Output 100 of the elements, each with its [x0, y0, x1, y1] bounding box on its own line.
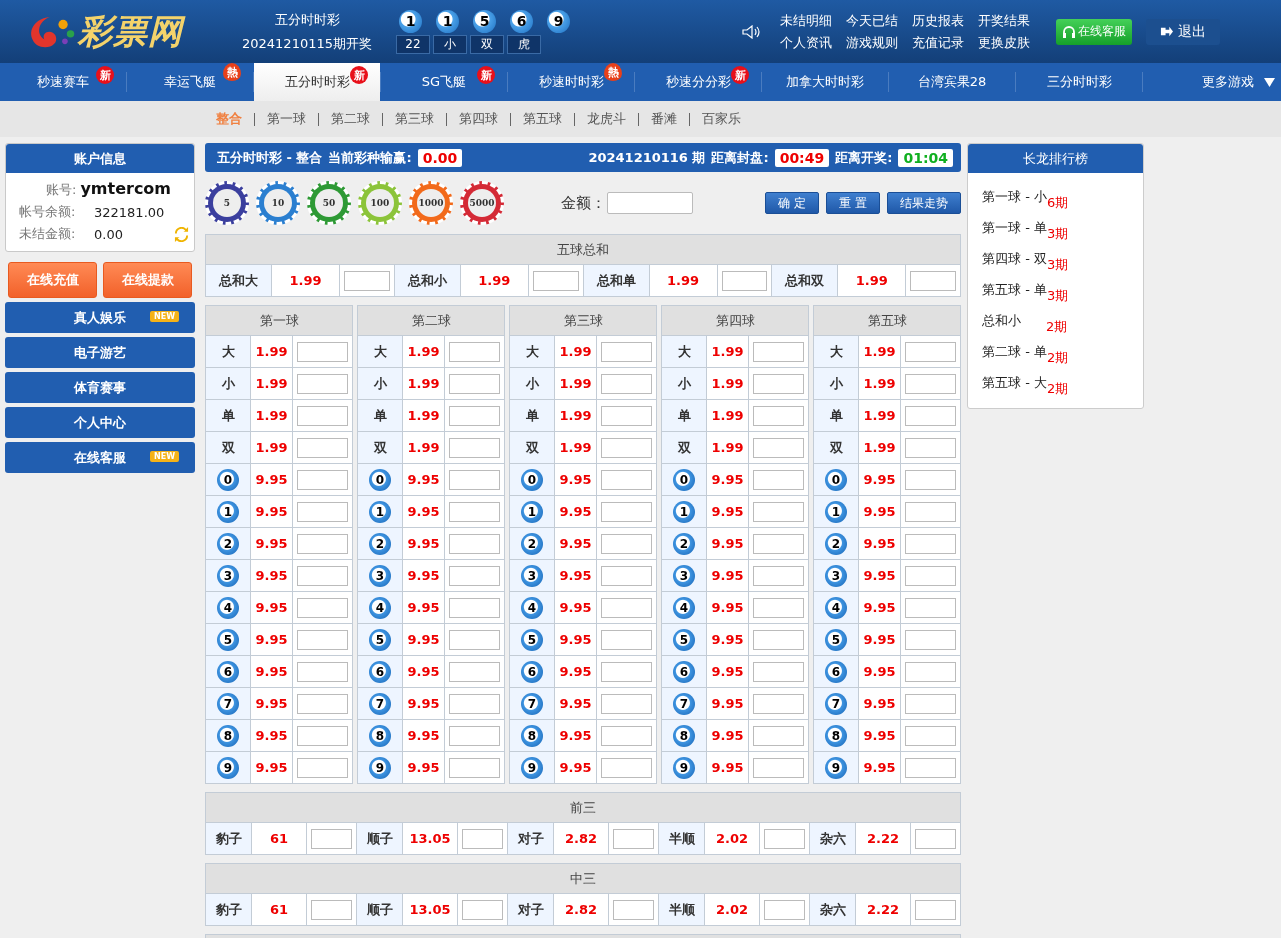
bet-amount-field[interactable] [532, 270, 579, 291]
bet-amount-field[interactable] [753, 661, 804, 682]
bet-amount-field[interactable] [905, 341, 956, 362]
play-tab[interactable]: 第一球 [267, 110, 306, 128]
action-button[interactable]: 重 置 [826, 192, 880, 214]
action-button[interactable]: 确 定 [765, 192, 820, 214]
bet-amount-field[interactable] [449, 725, 500, 746]
bet-amount-field[interactable] [753, 469, 804, 490]
sidebar-menu-item[interactable]: 电子游艺 [5, 337, 195, 368]
header-link[interactable]: 今天已结 [846, 11, 898, 30]
bet-amount-field[interactable] [449, 469, 500, 490]
play-tab[interactable]: 第二球 [331, 110, 370, 128]
bet-amount-field[interactable] [905, 469, 956, 490]
refresh-icon[interactable] [174, 226, 189, 242]
bet-amount-field[interactable] [753, 533, 804, 554]
game-tab[interactable]: 秒速分分彩 新 [635, 63, 761, 101]
bet-amount-field[interactable] [753, 565, 804, 586]
header-link[interactable]: 更换皮肤 [978, 33, 1030, 52]
bet-amount-field[interactable] [297, 757, 348, 778]
bet-amount-field[interactable] [601, 565, 652, 586]
bet-amount-field[interactable] [905, 629, 956, 650]
bet-amount-field[interactable] [449, 757, 500, 778]
bet-amount-field[interactable] [753, 341, 804, 362]
header-link[interactable]: 未结明细 [780, 11, 832, 30]
play-tab[interactable]: 番滩 [651, 110, 677, 128]
game-tab[interactable]: 幸运飞艇 熱 [127, 63, 253, 101]
speaker-icon[interactable] [742, 24, 760, 39]
bet-amount-field[interactable] [449, 629, 500, 650]
bet-amount-field[interactable] [297, 437, 348, 458]
bet-amount-field[interactable] [297, 725, 348, 746]
game-tab[interactable]: 五分时时彩 新 [254, 63, 380, 101]
bet-amount-field[interactable] [462, 828, 503, 849]
bet-amount-field[interactable] [601, 405, 652, 426]
bet-amount-field[interactable] [905, 565, 956, 586]
header-link[interactable]: 个人资讯 [780, 33, 832, 52]
bet-amount-field[interactable] [601, 373, 652, 394]
bet-amount-field[interactable] [449, 597, 500, 618]
sidebar-menu-item[interactable]: 体育赛事 [5, 372, 195, 403]
bet-amount-field[interactable] [449, 405, 500, 426]
betting-chip[interactable]: 50 [307, 181, 351, 225]
bet-amount-field[interactable] [601, 757, 652, 778]
bet-amount-field[interactable] [449, 437, 500, 458]
header-link[interactable]: 游戏规则 [846, 33, 898, 52]
sidebar-menu-item[interactable]: 在线客服 NEW [5, 442, 195, 473]
bet-amount-field[interactable] [753, 629, 804, 650]
bet-amount-field[interactable] [915, 828, 956, 849]
header-link[interactable]: 开奖结果 [978, 11, 1030, 30]
bet-amount-field[interactable] [462, 899, 503, 920]
bet-amount-field[interactable] [297, 405, 348, 426]
bet-amount-field[interactable] [449, 565, 500, 586]
sidebar-menu-item[interactable]: 个人中心 [5, 407, 195, 438]
bet-amount-field[interactable] [449, 501, 500, 522]
betting-chip[interactable]: 5000 [460, 181, 504, 225]
bet-amount-field[interactable] [613, 899, 654, 920]
bet-amount-field[interactable] [753, 693, 804, 714]
header-link[interactable]: 历史报表 [912, 11, 964, 30]
bet-amount-field[interactable] [905, 597, 956, 618]
bet-amount-field[interactable] [601, 693, 652, 714]
sidebar-menu-item[interactable]: 真人娱乐 NEW [5, 302, 195, 333]
bet-amount-field[interactable] [613, 828, 654, 849]
bet-amount-field[interactable] [905, 533, 956, 554]
bet-amount-field[interactable] [297, 597, 348, 618]
bet-amount-field[interactable] [601, 533, 652, 554]
logout-button[interactable]: 退出 [1146, 18, 1220, 45]
bet-amount-field[interactable] [297, 373, 348, 394]
bet-amount-field[interactable] [601, 341, 652, 362]
bet-amount-field[interactable] [601, 469, 652, 490]
play-tab[interactable]: 百家乐 [702, 110, 741, 128]
betting-chip[interactable]: 10 [256, 181, 300, 225]
bet-amount-field[interactable] [601, 629, 652, 650]
bet-amount-field[interactable] [311, 828, 352, 849]
game-tab[interactable]: 秒速赛车 新 [0, 63, 126, 101]
bet-amount-field[interactable] [905, 693, 956, 714]
bet-amount-field[interactable] [753, 757, 804, 778]
bet-amount-field[interactable] [721, 270, 768, 291]
bet-amount-field[interactable] [905, 373, 956, 394]
bet-amount-field[interactable] [915, 899, 956, 920]
play-tab[interactable]: 第四球 [459, 110, 498, 128]
play-tab[interactable]: 龙虎斗 [587, 110, 626, 128]
bet-amount-field[interactable] [449, 661, 500, 682]
bet-amount-field[interactable] [297, 693, 348, 714]
amount-field[interactable] [607, 192, 693, 214]
bet-amount-field[interactable] [297, 661, 348, 682]
action-button[interactable]: 结果走势 [887, 192, 961, 214]
bet-amount-field[interactable] [753, 597, 804, 618]
bet-amount-field[interactable] [753, 405, 804, 426]
bet-amount-field[interactable] [753, 725, 804, 746]
bet-amount-field[interactable] [753, 373, 804, 394]
play-tab[interactable]: 第五球 [523, 110, 562, 128]
bet-amount-field[interactable] [905, 405, 956, 426]
bet-amount-field[interactable] [905, 757, 956, 778]
bet-amount-field[interactable] [601, 725, 652, 746]
bet-amount-field[interactable] [297, 533, 348, 554]
bet-amount-field[interactable] [449, 373, 500, 394]
bet-amount-field[interactable] [753, 437, 804, 458]
bet-amount-field[interactable] [297, 501, 348, 522]
bet-amount-field[interactable] [449, 341, 500, 362]
header-link[interactable]: 充值记录 [912, 33, 964, 52]
play-tab[interactable]: 第三球 [395, 110, 434, 128]
bet-amount-field[interactable] [601, 437, 652, 458]
